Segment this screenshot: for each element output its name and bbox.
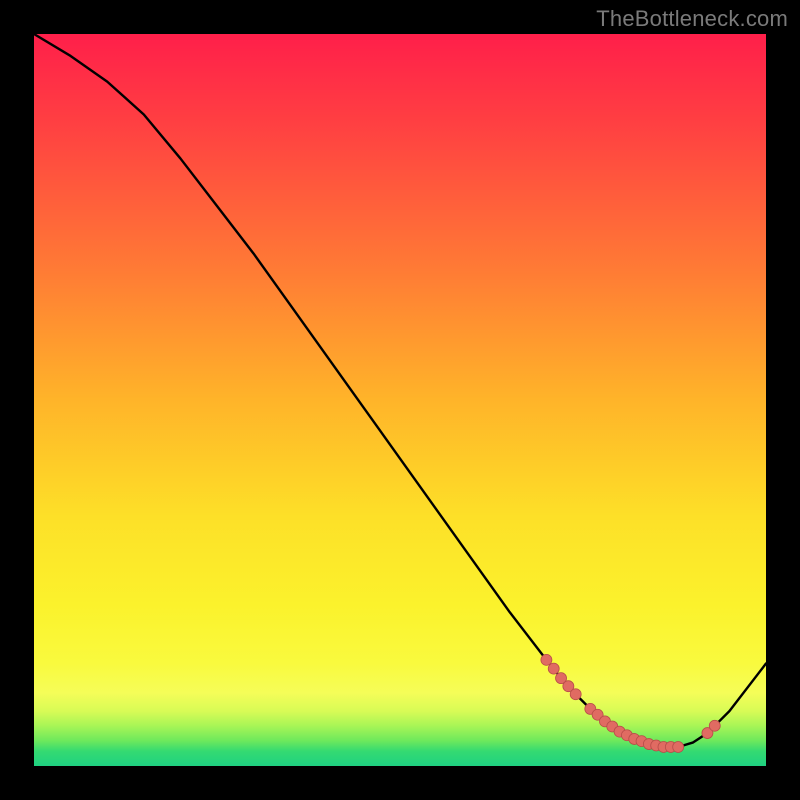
chart-svg <box>34 34 766 766</box>
chart-marker <box>541 654 552 665</box>
chart-marker <box>548 663 559 674</box>
chart-curve <box>34 34 766 747</box>
watermark-text: TheBottleneck.com <box>596 6 788 32</box>
chart-marker <box>673 741 684 752</box>
chart-markers <box>541 654 720 752</box>
chart-frame: TheBottleneck.com <box>0 0 800 800</box>
chart-plot-area <box>34 34 766 766</box>
chart-marker <box>570 689 581 700</box>
chart-marker <box>709 720 720 731</box>
